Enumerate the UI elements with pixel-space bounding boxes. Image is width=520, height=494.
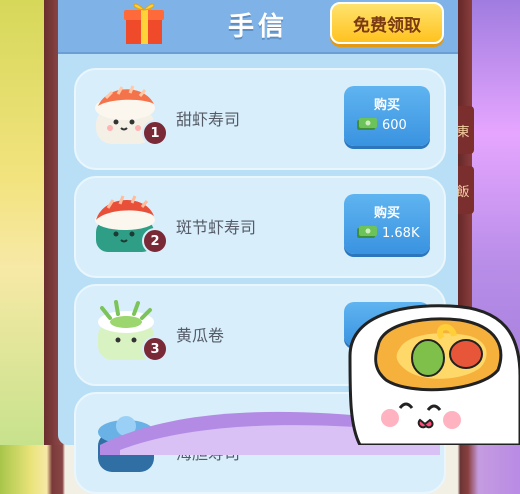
price: 1.68K — [382, 226, 420, 241]
list-item: 2 斑节虾寿司 购买 1.68K — [74, 176, 446, 278]
panel-header: 手信 免费领取 — [58, 0, 458, 54]
buy-button-label: 购买 — [373, 206, 400, 221]
free-claim-button[interactable]: 免费领取 — [330, 2, 444, 44]
buy-button-label: 购买 — [373, 98, 400, 113]
cash-stack-icon — [357, 226, 377, 238]
level-badge: 1 — [142, 120, 168, 146]
list-item: 1 甜虾寿司 购买 600 — [74, 68, 446, 170]
item-name: 甜虾寿司 — [176, 110, 241, 129]
buy-button[interactable]: 购买 1.68K — [344, 194, 430, 254]
sushi-roll-mascot-icon — [348, 304, 520, 445]
level-badge: 3 — [142, 336, 168, 362]
cash-stack-icon — [357, 118, 377, 130]
level-badge: 2 — [142, 228, 168, 254]
item-name: 黄瓜卷 — [176, 326, 225, 345]
item-name: 斑节虾寿司 — [176, 218, 257, 237]
price: 600 — [382, 118, 407, 133]
buy-button[interactable]: 购买 600 — [344, 86, 430, 146]
